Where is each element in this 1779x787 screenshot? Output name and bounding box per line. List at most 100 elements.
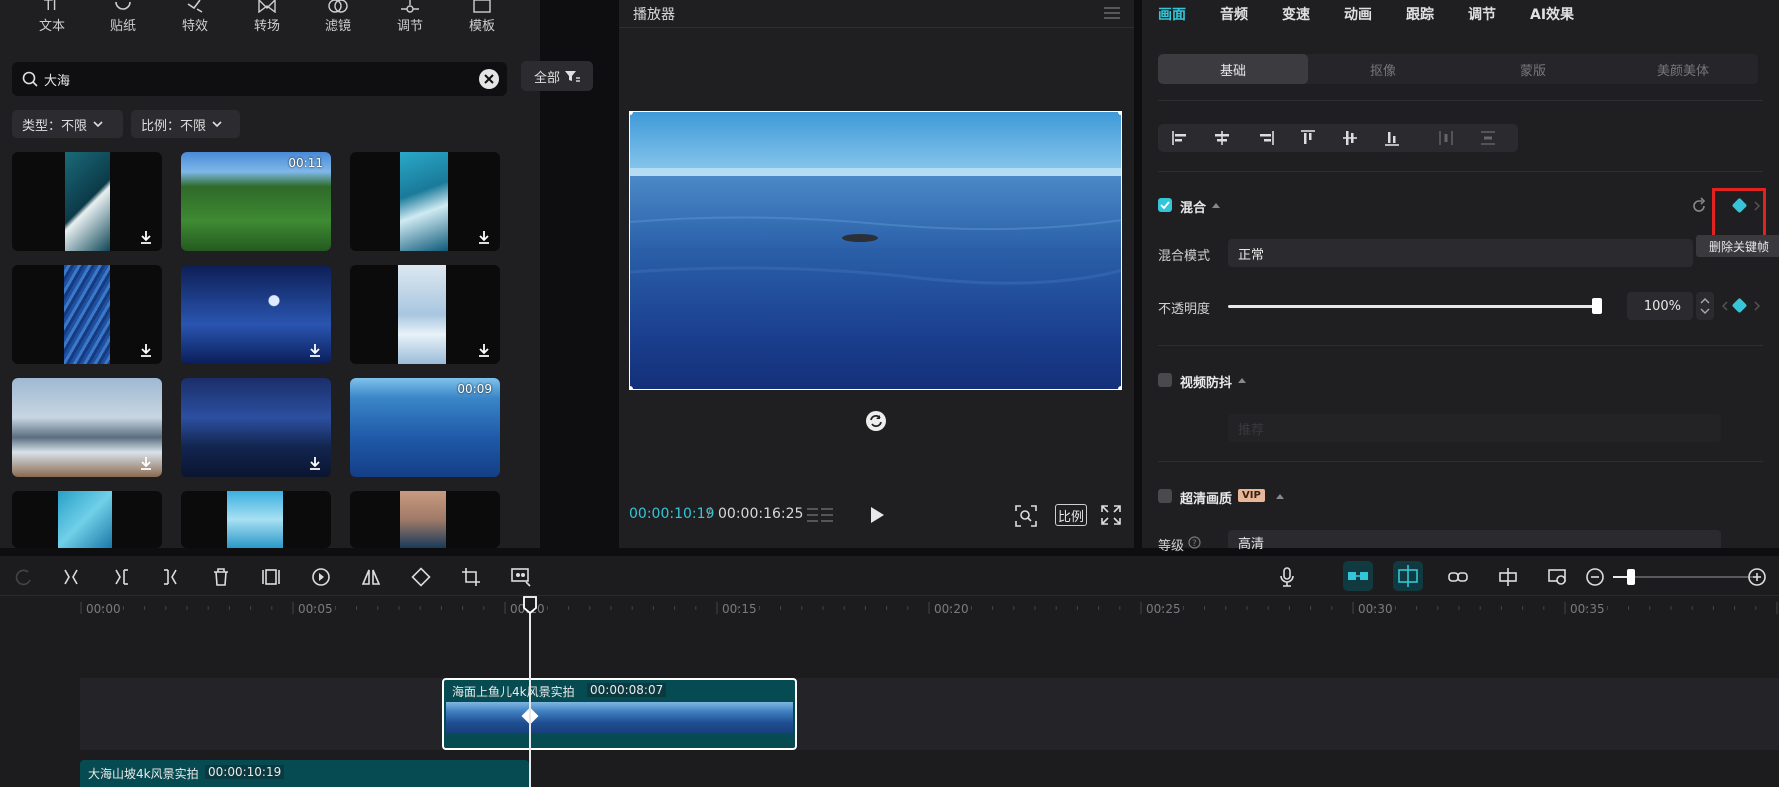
delete-icon[interactable] [210, 566, 232, 588]
play-button[interactable] [867, 504, 887, 526]
tab-picture[interactable]: 画面 [1158, 4, 1186, 24]
trim-left-icon[interactable] [110, 566, 132, 588]
preview-axis-icon[interactable] [1547, 566, 1569, 588]
download-icon[interactable] [138, 342, 154, 358]
subtab-basic[interactable]: 基础 [1158, 54, 1308, 84]
download-icon[interactable] [307, 342, 323, 358]
time-ruler[interactable] [80, 596, 1779, 626]
media-thumbnail[interactable] [12, 265, 162, 364]
media-thumbnail[interactable] [12, 378, 162, 477]
download-icon[interactable] [476, 342, 492, 358]
fit-zoom-icon[interactable] [1015, 505, 1037, 527]
align-top-icon[interactable] [1298, 128, 1318, 148]
download-icon[interactable] [476, 229, 492, 245]
ratio-button[interactable]: 比例 [1055, 504, 1087, 526]
trim-right-icon[interactable] [160, 566, 182, 588]
timeline-toolbar [0, 556, 1779, 596]
subtab-cutout[interactable]: 抠像 [1308, 54, 1458, 84]
crop-icon[interactable] [460, 566, 482, 588]
download-icon[interactable] [307, 455, 323, 471]
collapse-icon[interactable] [1212, 203, 1220, 208]
zoom-out-icon[interactable] [1584, 566, 1606, 588]
download-icon[interactable] [138, 455, 154, 471]
playhead-handle-icon[interactable] [523, 596, 537, 614]
ratio-filter-dropdown[interactable]: 比例：不限 [131, 110, 240, 138]
tab-sticker[interactable]: 贴纸 [93, 0, 153, 40]
reverse-icon[interactable] [310, 566, 332, 588]
split-icon[interactable] [60, 566, 82, 588]
zoom-in-icon[interactable] [1746, 566, 1768, 588]
rotate-icon[interactable] [410, 566, 432, 588]
stabilize-checkbox[interactable] [1158, 373, 1172, 387]
align-left-icon[interactable] [1170, 128, 1190, 148]
tab-ai-effects[interactable]: AI效果 [1530, 4, 1574, 24]
rotate-icon[interactable] [865, 410, 887, 432]
video-preview[interactable] [629, 111, 1122, 390]
keyframe-icon[interactable] [1731, 297, 1748, 314]
media-thumbnail[interactable] [181, 378, 331, 477]
blend-mode-select[interactable]: 正常 [1228, 239, 1693, 267]
collapse-icon[interactable] [1238, 378, 1246, 383]
tab-tracking[interactable]: 跟踪 [1406, 4, 1434, 24]
menu-icon[interactable] [1104, 6, 1120, 20]
tab-audio[interactable]: 音频 [1220, 4, 1248, 24]
reset-icon[interactable] [1690, 197, 1708, 215]
search-input[interactable]: 大海 [12, 62, 507, 96]
media-thumbnail[interactable]: 00:09 [350, 378, 500, 477]
align-bottom-icon[interactable] [1382, 128, 1402, 148]
align-center-h-icon[interactable] [1212, 128, 1232, 148]
blend-checkbox[interactable] [1158, 198, 1172, 212]
media-thumbnail[interactable] [12, 491, 162, 548]
align-center-v-icon[interactable] [1340, 128, 1360, 148]
chevron-right-icon[interactable] [1754, 301, 1760, 311]
tab-template[interactable]: 模板 [452, 0, 512, 40]
tab-text[interactable]: TI 文本 [22, 0, 82, 40]
clip-label: 大海山坡4k风景实拍 [88, 767, 199, 781]
tab-transition[interactable]: 转场 [237, 0, 297, 40]
magnet-snap-button[interactable] [1343, 561, 1373, 591]
freeze-icon[interactable] [260, 566, 282, 588]
fullscreen-icon[interactable] [1101, 505, 1121, 525]
align-right-icon[interactable] [1256, 128, 1276, 148]
media-thumbnail[interactable] [350, 491, 500, 548]
timeline-clip[interactable]: 海面上鱼儿4k风景实拍 00:00:08:07 [442, 678, 797, 750]
media-thumbnail[interactable] [350, 152, 500, 251]
split-preview-icon[interactable] [1497, 566, 1519, 588]
auto-snap-button[interactable] [1393, 561, 1423, 591]
grid-icon[interactable] [807, 506, 833, 524]
media-thumbnail[interactable] [12, 152, 162, 251]
playhead[interactable] [529, 600, 531, 787]
mirror-icon[interactable] [360, 566, 382, 588]
media-thumbnail[interactable] [181, 265, 331, 364]
opacity-slider[interactable] [1228, 305, 1598, 308]
redo-icon[interactable] [12, 566, 34, 588]
media-thumbnail[interactable] [181, 491, 331, 548]
filter-all-button[interactable]: 全部 [521, 61, 593, 91]
chevron-left-icon[interactable] [1722, 301, 1728, 311]
tab-speed[interactable]: 变速 [1282, 4, 1310, 24]
tab-adjust[interactable]: 调节 [380, 0, 440, 40]
hd-checkbox[interactable] [1158, 489, 1172, 503]
help-icon[interactable]: ? [1188, 536, 1201, 549]
tab-adjust[interactable]: 调节 [1468, 4, 1496, 24]
hd-level-select[interactable]: 高清 [1228, 530, 1721, 552]
opacity-slider-handle[interactable] [1592, 298, 1602, 314]
clear-search-icon[interactable] [479, 69, 499, 89]
media-thumbnail[interactable]: 00:11 [181, 152, 331, 251]
media-thumbnail[interactable] [350, 265, 500, 364]
smart-cut-icon[interactable] [510, 566, 532, 588]
tab-animation[interactable]: 动画 [1344, 4, 1372, 24]
subtab-beauty[interactable]: 美颜美体 [1608, 54, 1758, 84]
download-icon[interactable] [138, 229, 154, 245]
type-filter-dropdown[interactable]: 类型：不限 [12, 110, 123, 138]
opacity-input[interactable]: 100% [1627, 292, 1693, 320]
opacity-stepper[interactable] [1696, 292, 1714, 320]
microphone-icon[interactable] [1276, 566, 1298, 588]
link-icon[interactable] [1447, 566, 1469, 588]
zoom-slider-handle[interactable] [1627, 569, 1635, 585]
timeline-clip[interactable]: 大海山坡4k风景实拍 00:00:10:19 [80, 760, 529, 787]
tab-filter[interactable]: 滤镜 [308, 0, 368, 40]
collapse-icon[interactable] [1276, 494, 1284, 499]
tab-effects[interactable]: 特效 [165, 0, 225, 40]
subtab-mask[interactable]: 蒙版 [1458, 54, 1608, 84]
